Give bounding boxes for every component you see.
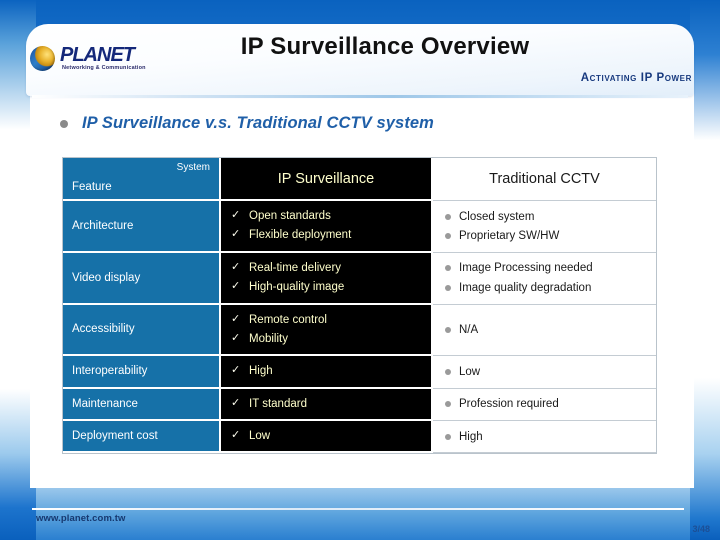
checklist-item: ✓ Low [231, 429, 421, 443]
page-title: IP Surveillance Overview [240, 33, 530, 60]
bullet-list-item-label: Image Processing needed [459, 262, 593, 275]
check-icon: ✓ [231, 209, 241, 221]
bullet-icon [445, 326, 451, 333]
bullet-list-item-label: High [459, 430, 483, 443]
bullet-icon [445, 401, 451, 408]
bullet-icon [445, 368, 451, 375]
table-row: Deployment cost ✓ Low High [63, 421, 656, 454]
table-cell-ip-surveillance: ✓ High [221, 356, 433, 389]
table-row: Video display ✓ Real-time delivery ✓ High-qu… [63, 252, 656, 305]
logo-tagline: Networking & Communication [62, 65, 146, 71]
check-icon: ✓ [231, 364, 241, 377]
checklist-item-label: Low [249, 430, 271, 442]
bullet-icon [445, 232, 451, 239]
checklist-item-label: High [249, 365, 273, 378]
subtitle-text: IP Surveillance v.s. Traditional CCTV sy… [82, 114, 434, 132]
subtitle-row: IP Surveillance v.s. Traditional CCTV sy… [60, 114, 434, 133]
table-row: Accessibility ✓ Remote control ✓ Mobility N/A [63, 304, 656, 357]
check-icon: ✓ [231, 228, 241, 241]
table-header-row: System Feature IP Surveillance Tradition… [63, 158, 656, 201]
table-cell-feature: Interoperability [63, 356, 221, 389]
activating-ip-power-tagline: Activating IP Power [580, 72, 692, 84]
bullet-list-item-label: Closed system [459, 210, 535, 223]
check-icon: ✓ [231, 331, 241, 344]
checklist-item: ✓ High-quality image [231, 280, 421, 294]
bullet-icon [60, 119, 68, 128]
bullet-list-item: Proprietary SW/HW [445, 229, 644, 243]
table-cell-traditional-cctv: Image Processing needed Image quality deg… [433, 252, 656, 305]
footer-divider [32, 508, 684, 510]
checklist-item-label: IT standard [249, 397, 307, 410]
header-feature-label: Feature [72, 181, 112, 193]
table-cell-feature: Maintenance [63, 388, 221, 421]
bullet-list-item-label: N/A [459, 323, 479, 336]
checklist-item: ✓ Flexible deployment [231, 228, 421, 242]
bullet-icon [445, 265, 451, 272]
bullet-list-item-label: Image quality degradation [459, 281, 592, 294]
bullet-list-item-label: Profession required [459, 398, 559, 411]
checklist-item-label: Open standards [249, 210, 331, 222]
checklist-item-label: Flexible deployment [249, 229, 352, 242]
bullet-list-item: N/A [445, 323, 644, 337]
checklist-item-label: High-quality image [249, 281, 345, 294]
table-cell-ip-surveillance: ✓ IT standard [221, 388, 433, 421]
table-body: Architecture ✓ Open standards ✓ Flexible dep… [63, 201, 656, 454]
bullet-list-item: Image quality degradation [445, 281, 644, 295]
table-cell-ip-surveillance: ✓ Real-time delivery ✓ High-quality image [221, 252, 433, 305]
checklist-item-label: Real-time delivery [249, 261, 342, 274]
checklist-item: ✓ Open standards [231, 209, 421, 223]
bullet-list-item: Low [445, 365, 644, 379]
checklist-item: ✓ Remote control [231, 313, 421, 327]
check-icon: ✓ [231, 260, 241, 273]
bullet-list-item-label: Low [459, 365, 481, 378]
table-cell-traditional-cctv: Profession required [433, 388, 656, 421]
table-row: Interoperability ✓ High Low [63, 356, 656, 389]
comparison-table: System Feature IP Surveillance Tradition… [62, 157, 657, 455]
table-row: Maintenance ✓ IT standard Profession requir… [63, 388, 656, 421]
check-icon: ✓ [231, 312, 241, 325]
table-cell-ip-surveillance: ✓ Open standards ✓ Flexible deployment [221, 201, 433, 253]
table-cell-ip-surveillance: ✓ Remote control ✓ Mobility [221, 304, 433, 357]
check-icon: ✓ [231, 280, 241, 293]
checklist-item-label: Mobility [249, 332, 288, 345]
table-cell-traditional-cctv: Low [433, 356, 656, 389]
bullet-icon [445, 284, 451, 291]
table-cell-traditional-cctv: N/A [433, 304, 656, 357]
check-icon: ✓ [231, 396, 241, 409]
checklist-item: ✓ IT standard [231, 397, 421, 411]
table-header-ip-surveillance: IP Surveillance [221, 158, 433, 201]
planet-logo: PLANET Networking & Communication [30, 42, 160, 78]
table-cell-feature: Deployment cost [63, 421, 221, 454]
slide-canvas: PLANET Networking & Communication IP Sur… [0, 0, 720, 540]
checklist-item: ✓ High [231, 364, 421, 378]
footer-page-number: 3/48 [692, 524, 710, 534]
table-cell-ip-surveillance: ✓ Low [221, 421, 433, 454]
bullet-list-item-label: Proprietary SW/HW [459, 229, 560, 242]
bullet-icon [445, 433, 451, 440]
check-icon: ✓ [231, 429, 241, 441]
logo-wordmark: PLANET [60, 44, 135, 66]
table-header-traditional-cctv: Traditional CCTV [433, 158, 656, 201]
bullet-list-item: Image Processing needed [445, 261, 644, 275]
checklist-item-label: Remote control [249, 313, 327, 326]
footer-website-url: www.planet.com.tw [36, 513, 126, 524]
table-cell-traditional-cctv: Closed system Proprietary SW/HW [433, 201, 656, 253]
header-underline [32, 95, 688, 98]
bullet-list-item: Profession required [445, 397, 644, 411]
background-right-gradient [690, 0, 720, 540]
bullet-icon [445, 213, 451, 220]
bullet-list-item: High [445, 430, 644, 444]
header-system-label: System [176, 162, 210, 173]
table-cell-traditional-cctv: High [433, 421, 656, 454]
table-cell-feature: Accessibility [63, 304, 221, 357]
table-row: Architecture ✓ Open standards ✓ Flexible dep… [63, 201, 656, 253]
table-cell-feature: Architecture [63, 201, 221, 253]
table-cell-feature: Video display [63, 252, 221, 305]
globe-icon [30, 46, 55, 71]
table-header-feature-cell: System Feature [63, 158, 221, 201]
bullet-list-item: Closed system [445, 210, 644, 224]
checklist-item: ✓ Real-time delivery [231, 261, 421, 275]
checklist-item: ✓ Mobility [231, 332, 421, 346]
